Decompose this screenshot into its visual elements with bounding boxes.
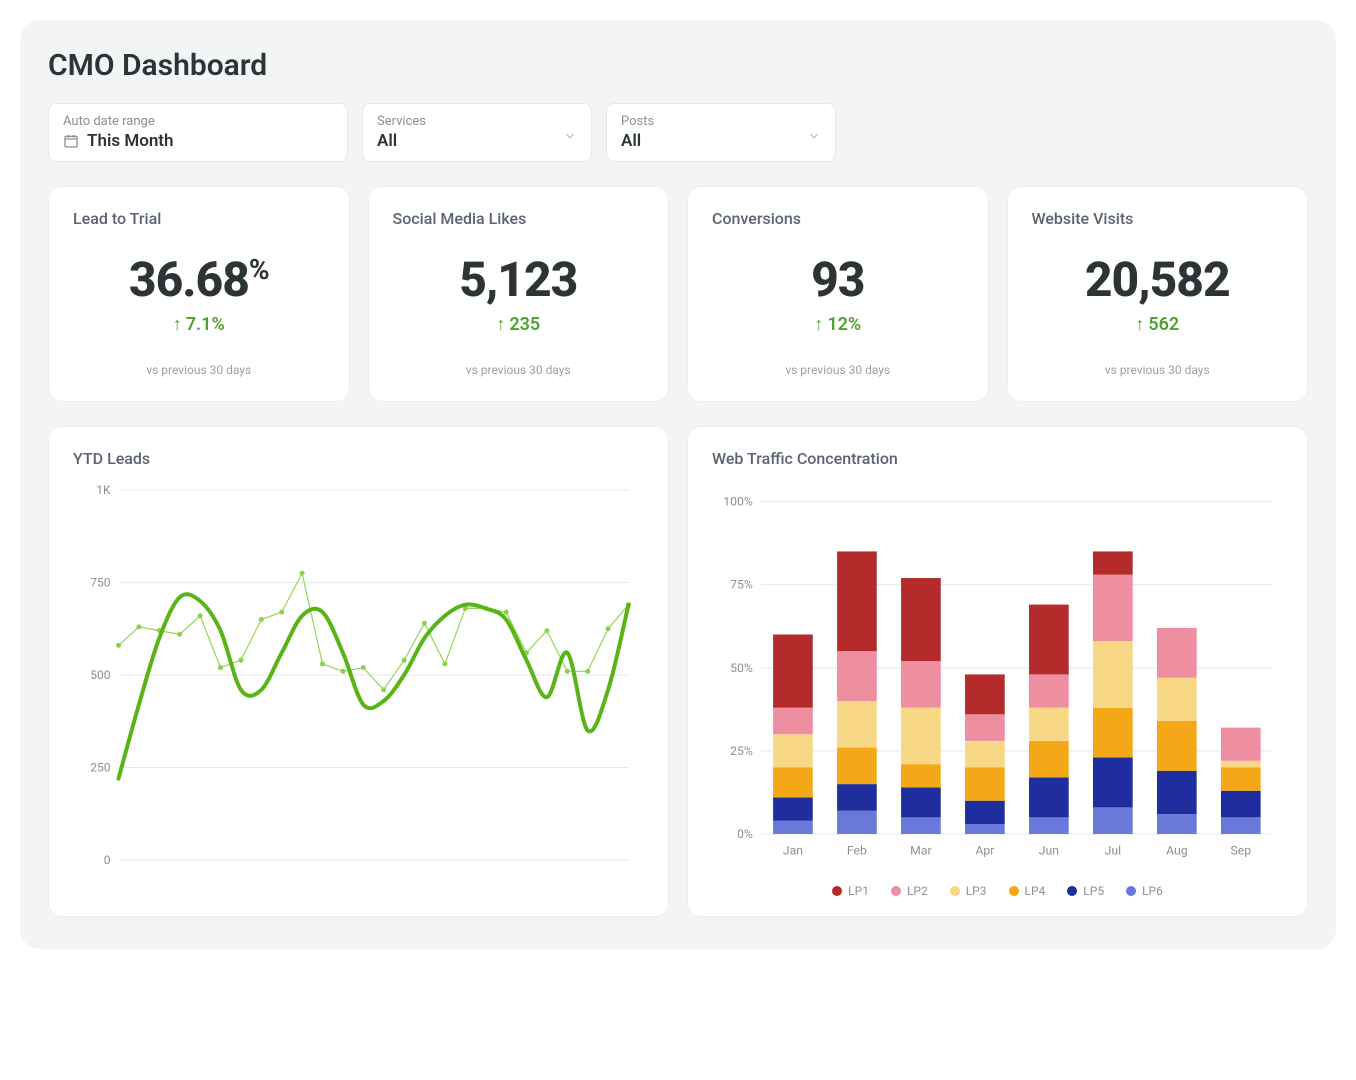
posts-filter[interactable]: Posts All — [606, 103, 836, 162]
legend-label: LP3 — [966, 884, 987, 898]
chart-title: YTD Leads — [73, 449, 644, 468]
svg-text:Jan: Jan — [783, 843, 803, 857]
kpi-delta: ↑562 — [1135, 314, 1179, 335]
legend-swatch — [1126, 886, 1136, 896]
kpi-value: 36.68% — [73, 256, 325, 304]
chevron-down-icon — [563, 128, 577, 147]
charts-row: YTD Leads 0 250 500 750 1K Web Traffic Conce… — [48, 426, 1308, 917]
kpi-delta: ↑7.1% — [173, 314, 225, 335]
legend-label: LP5 — [1083, 884, 1104, 898]
arrow-up-icon: ↑ — [173, 314, 182, 335]
kpi-sub: vs previous 30 days — [712, 363, 964, 377]
kpi-conversions: Conversions 93 ↑12% vs previous 30 days — [687, 186, 989, 402]
kpi-website-visits: Website Visits 20,582 ↑562 vs previous 3… — [1007, 186, 1309, 402]
kpi-sub: vs previous 30 days — [73, 363, 325, 377]
posts-value: All — [621, 131, 641, 151]
legend-swatch — [891, 886, 901, 896]
chart-title: Web Traffic Concentration — [712, 449, 1283, 468]
svg-text:250: 250 — [90, 761, 110, 775]
services-value: All — [377, 131, 397, 151]
svg-text:Apr: Apr — [975, 843, 994, 857]
svg-text:100%: 100% — [723, 495, 753, 509]
svg-text:75%: 75% — [730, 578, 753, 592]
services-filter[interactable]: Services All — [362, 103, 592, 162]
svg-text:Mar: Mar — [910, 843, 931, 857]
legend-swatch — [1009, 886, 1019, 896]
svg-text:50%: 50% — [730, 661, 753, 675]
svg-text:Jun: Jun — [1039, 843, 1059, 857]
web-traffic-legend: LP1 LP2 LP3 LP4 LP5 LP6 — [712, 884, 1283, 898]
kpi-social-likes: Social Media Likes 5,123 ↑235 vs previou… — [368, 186, 670, 402]
calendar-icon — [63, 133, 79, 149]
date-range-label: Auto date range — [63, 114, 333, 129]
legend-item: LP1 — [832, 884, 869, 898]
legend-item: LP2 — [891, 884, 928, 898]
posts-label: Posts — [621, 114, 821, 129]
svg-text:25%: 25% — [730, 744, 753, 758]
legend-label: LP2 — [907, 884, 928, 898]
kpi-title: Social Media Likes — [393, 209, 645, 228]
ytd-leads-plot: 0 250 500 750 1K — [73, 480, 644, 880]
kpi-sub: vs previous 30 days — [393, 363, 645, 377]
date-range-value: This Month — [87, 131, 174, 151]
kpi-lead-to-trial: Lead to Trial 36.68% ↑7.1% vs previous 3… — [48, 186, 350, 402]
chevron-down-icon — [807, 128, 821, 147]
legend-swatch — [1067, 886, 1077, 896]
svg-text:0%: 0% — [737, 827, 753, 841]
legend-label: LP6 — [1142, 884, 1163, 898]
web-traffic-chart: Web Traffic Concentration 0% 25% 50% 75% 100… — [687, 426, 1308, 917]
svg-text:Sep: Sep — [1231, 843, 1252, 857]
legend-item: LP6 — [1126, 884, 1163, 898]
kpi-delta: ↑12% — [814, 314, 861, 335]
svg-text:Aug: Aug — [1166, 843, 1188, 857]
legend-label: LP4 — [1025, 884, 1046, 898]
arrow-up-icon: ↑ — [496, 314, 505, 335]
dashboard: CMO Dashboard Auto date range This Month… — [20, 20, 1336, 949]
kpi-title: Lead to Trial — [73, 209, 325, 228]
kpi-value: 5,123 — [393, 256, 645, 304]
services-label: Services — [377, 114, 577, 129]
legend-swatch — [950, 886, 960, 896]
svg-text:0: 0 — [104, 853, 111, 867]
svg-text:1K: 1K — [96, 483, 111, 497]
legend-item: LP4 — [1009, 884, 1046, 898]
legend-item: LP3 — [950, 884, 987, 898]
arrow-up-icon: ↑ — [1135, 314, 1144, 335]
legend-swatch — [832, 886, 842, 896]
kpi-title: Website Visits — [1032, 209, 1284, 228]
page-title: CMO Dashboard — [48, 48, 1308, 83]
svg-text:750: 750 — [90, 576, 110, 590]
kpi-row: Lead to Trial 36.68% ↑7.1% vs previous 3… — [48, 186, 1308, 402]
kpi-delta: ↑235 — [496, 314, 540, 335]
svg-text:Jul: Jul — [1105, 843, 1121, 857]
ytd-leads-chart: YTD Leads 0 250 500 750 1K — [48, 426, 669, 917]
web-traffic-plot: 0% 25% 50% 75% 100% Jan Feb Mar Apr Jun Jul Aug Sep — [712, 480, 1283, 880]
filters-row: Auto date range This Month Services All … — [48, 103, 1308, 162]
legend-item: LP5 — [1067, 884, 1104, 898]
kpi-value: 20,582 — [1032, 256, 1284, 304]
kpi-sub: vs previous 30 days — [1032, 363, 1284, 377]
svg-text:500: 500 — [90, 668, 110, 682]
svg-text:Feb: Feb — [847, 843, 867, 857]
legend-label: LP1 — [848, 884, 869, 898]
arrow-up-icon: ↑ — [814, 314, 823, 335]
kpi-title: Conversions — [712, 209, 964, 228]
date-range-filter[interactable]: Auto date range This Month — [48, 103, 348, 162]
kpi-value: 93 — [712, 256, 964, 304]
